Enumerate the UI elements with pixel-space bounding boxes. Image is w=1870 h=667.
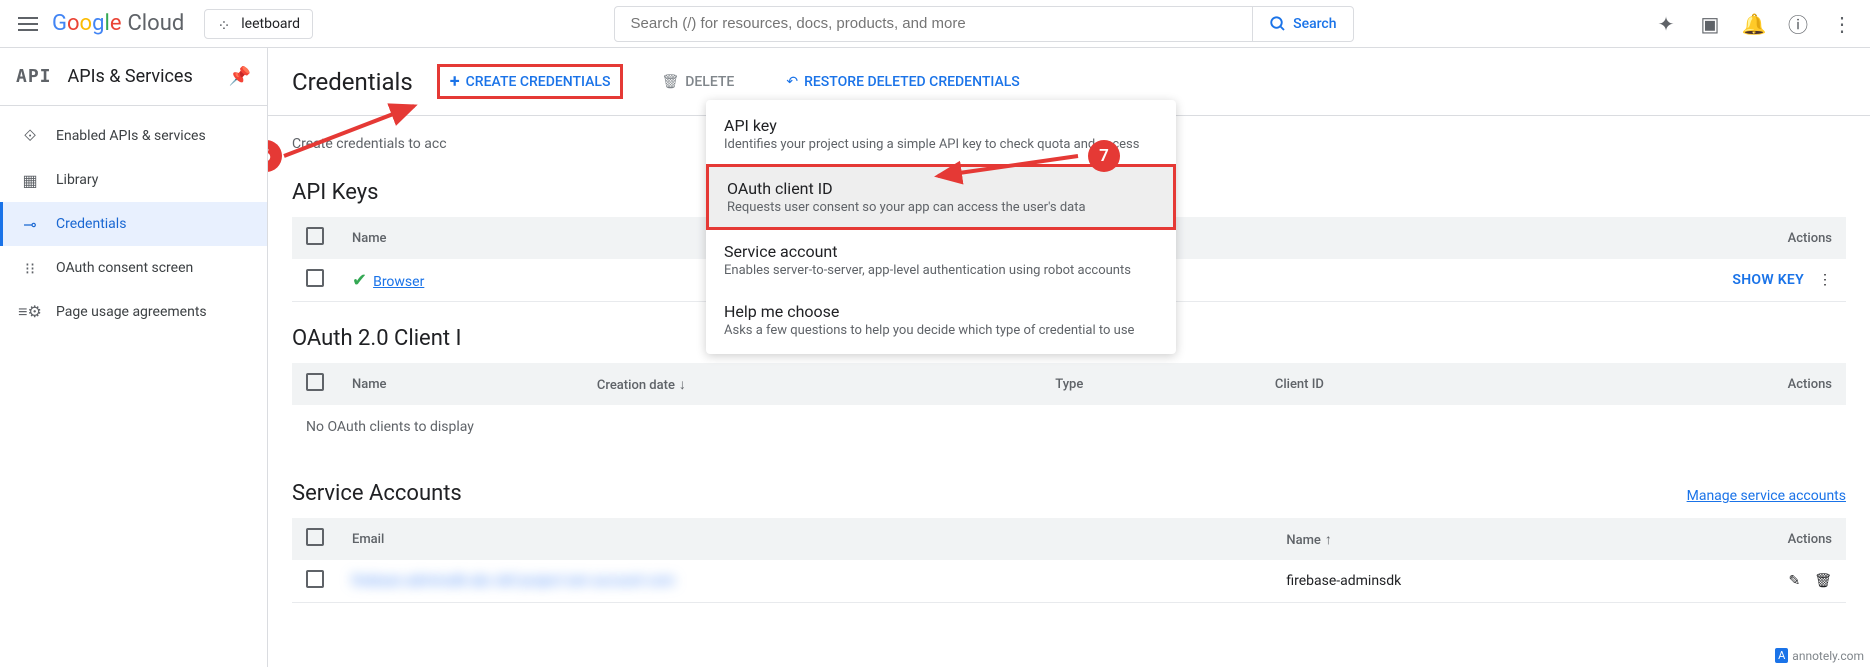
status-ok-icon: ✔ — [352, 270, 367, 291]
oauth-clients-table: Name Creation date↓ Type Client ID Actio… — [292, 363, 1846, 405]
undo-icon: ↶ — [786, 74, 798, 90]
menu-item-help-me-choose[interactable]: Help me choose Asks a few questions to h… — [706, 290, 1176, 350]
gemini-icon[interactable]: ✦ — [1654, 12, 1678, 36]
pin-icon[interactable]: 📌 — [229, 66, 251, 87]
watermark-icon: A — [1775, 648, 1788, 663]
checkbox-row[interactable] — [306, 269, 324, 287]
notifications-icon[interactable]: 🔔 — [1742, 12, 1766, 36]
checkbox-all[interactable] — [306, 528, 324, 546]
manage-service-accounts-link[interactable]: Manage service accounts — [1687, 488, 1846, 504]
sidebar: API APIs & Services 📌 ⟐ Enabled APIs & s… — [0, 48, 268, 667]
library-icon: ▦ — [20, 170, 40, 190]
page-title: Credentials — [292, 68, 413, 96]
plus-icon: + — [450, 71, 460, 92]
sidebar-items: ⟐ Enabled APIs & services ▦ Library ⊸ Cr… — [0, 106, 267, 342]
credentials-icon: ⊸ — [20, 214, 40, 234]
menu-item-desc: Requests user consent so your app can ac… — [727, 200, 1155, 215]
delete-label: DELETE — [685, 74, 734, 90]
hamburger-menu-icon[interactable] — [16, 12, 40, 36]
annotation-arrow-6 — [274, 96, 434, 166]
search-button[interactable]: Search — [1252, 7, 1352, 41]
project-name: leetboard — [241, 16, 300, 32]
sidebar-item-label: Page usage agreements — [56, 304, 207, 320]
service-accounts-title: Service Accounts — [292, 481, 462, 506]
col-name: Name — [338, 217, 700, 259]
api-badge-icon: API — [16, 66, 52, 87]
checkbox-all[interactable] — [306, 227, 324, 245]
create-credentials-button[interactable]: + CREATE CREDENTIALS — [437, 64, 624, 99]
sidebar-title: APIs & Services — [68, 66, 193, 87]
api-key-name-link[interactable]: Browser — [373, 274, 424, 290]
sidebar-item-credentials[interactable]: ⊸ Credentials — [0, 202, 267, 246]
restore-label: RESTORE DELETED CREDENTIALS — [804, 74, 1020, 90]
sidebar-item-label: OAuth consent screen — [56, 260, 193, 276]
sidebar-item-library[interactable]: ▦ Library — [0, 158, 267, 202]
oauth-empty-message: No OAuth clients to display — [292, 405, 1846, 449]
col-email: Email — [338, 518, 1272, 560]
sidebar-item-oauth-consent[interactable]: ⁝⁝ OAuth consent screen — [0, 246, 267, 290]
show-key-button[interactable]: SHOW KEY — [1732, 272, 1804, 288]
table-row: firebase adminsdk abc def project iam ac… — [292, 560, 1846, 603]
more-vert-icon[interactable]: ⋮ — [1818, 272, 1832, 288]
menu-item-service-account[interactable]: Service account Enables server-to-server… — [706, 230, 1176, 290]
sidebar-item-label: Enabled APIs & services — [56, 128, 206, 144]
col-actions: Actions — [1653, 518, 1846, 560]
col-creation: Creation date↓ — [583, 363, 1041, 405]
search-icon — [1269, 15, 1287, 33]
oauth-consent-icon: ⁝⁝ — [20, 258, 40, 278]
menu-item-desc: Enables server-to-server, app-level auth… — [724, 263, 1158, 278]
delete-icon[interactable]: 🗑 — [1814, 573, 1832, 589]
cloud-shell-icon[interactable]: ▣ — [1698, 12, 1722, 36]
col-actions: Actions — [1563, 363, 1846, 405]
top-header: Google Cloud leetboard Search ✦ ▣ 🔔 ⓘ ⋮ — [0, 0, 1870, 48]
header-icons: ✦ ▣ 🔔 ⓘ ⋮ — [1654, 12, 1854, 36]
col-name: Name↑ — [1272, 518, 1653, 560]
search-box: Search — [614, 6, 1354, 42]
sidebar-item-enabled-apis[interactable]: ⟐ Enabled APIs & services — [0, 114, 267, 158]
delete-button[interactable]: 🗑 DELETE — [647, 66, 748, 98]
search-container: Search — [365, 6, 1602, 42]
annotation-badge-7: 7 — [1088, 140, 1120, 172]
create-credentials-label: CREATE CREDENTIALS — [466, 74, 611, 90]
restore-button[interactable]: ↶ RESTORE DELETED CREDENTIALS — [772, 66, 1033, 98]
watermark-text: annotely.com — [1792, 649, 1864, 663]
menu-item-title: API key — [724, 116, 1158, 135]
checkbox-row[interactable] — [306, 570, 324, 588]
menu-item-title: Help me choose — [724, 302, 1158, 321]
menu-item-desc: Asks a few questions to help you decide … — [724, 323, 1158, 338]
sidebar-item-label: Credentials — [56, 216, 126, 232]
col-actions: Actions — [1385, 217, 1846, 259]
col-name: Name — [338, 363, 583, 405]
search-input[interactable] — [615, 15, 1253, 32]
enabled-apis-icon: ⟐ — [20, 126, 40, 146]
watermark: A annotely.com — [1775, 648, 1864, 663]
col-type: Type — [1041, 363, 1261, 405]
google-cloud-logo[interactable]: Google Cloud — [52, 11, 184, 36]
search-button-label: Search — [1293, 16, 1336, 32]
service-account-name: firebase-adminsdk — [1272, 560, 1653, 603]
sort-up-icon[interactable]: ↑ — [1325, 532, 1332, 548]
trash-icon: 🗑 — [661, 74, 679, 90]
more-icon[interactable]: ⋮ — [1830, 12, 1854, 36]
create-credentials-dropdown: API key Identifies your project using a … — [706, 100, 1176, 354]
project-selector[interactable]: leetboard — [204, 9, 313, 39]
sidebar-header: API APIs & Services 📌 — [0, 48, 267, 106]
service-account-email: firebase adminsdk abc def project iam ac… — [352, 573, 675, 589]
main-content: Credentials + CREATE CREDENTIALS 🗑 DELET… — [268, 48, 1870, 667]
sidebar-item-label: Library — [56, 172, 98, 188]
col-client-id: Client ID — [1261, 363, 1563, 405]
service-accounts-table: Email Name↑ Actions firebase adminsdk ab… — [292, 518, 1846, 603]
project-icon — [217, 16, 233, 32]
annotation-arrow-7 — [928, 148, 1088, 188]
page-usage-icon: ≡⚙ — [20, 302, 40, 322]
sort-down-icon[interactable]: ↓ — [679, 377, 686, 393]
checkbox-all[interactable] — [306, 373, 324, 391]
sidebar-item-page-usage[interactable]: ≡⚙ Page usage agreements — [0, 290, 267, 334]
edit-icon[interactable]: ✎ — [1788, 573, 1800, 589]
menu-item-title: Service account — [724, 242, 1158, 261]
help-icon[interactable]: ⓘ — [1786, 12, 1810, 36]
